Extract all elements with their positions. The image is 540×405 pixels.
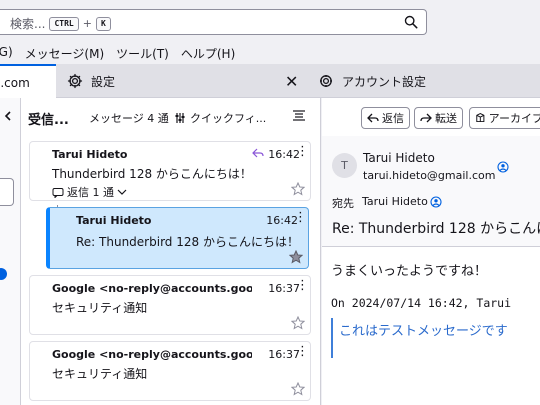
tab-account-settings[interactable]: アカウント設定 xyxy=(308,64,540,98)
account-settings-icon xyxy=(320,75,332,87)
quoted-text: これはテストメッセージです xyxy=(339,324,508,339)
message-subject-heading: Re: Thunderbird 128 からこんにち xyxy=(332,221,540,237)
tab-account-settings-label: アカウント設定 xyxy=(342,74,427,89)
thread-replies-toggle[interactable]: 返信 1 通 xyxy=(52,184,127,200)
forward-button[interactable]: 転送 xyxy=(414,107,463,129)
more-options-icon[interactable]: ⋮ xyxy=(296,279,309,292)
tab-mail[interactable]: l.com xyxy=(0,64,56,99)
menu-tools[interactable]: ツール(T) xyxy=(116,42,169,64)
reply-button[interactable]: 返信 xyxy=(361,107,410,129)
avatar: T xyxy=(332,153,357,178)
address-book-icon[interactable] xyxy=(430,196,442,208)
more-options-icon[interactable]: ⋮ xyxy=(296,345,309,358)
menu-help[interactable]: ヘルプ(H) xyxy=(181,42,235,64)
close-icon[interactable]: ✕ xyxy=(285,72,298,91)
message-list-header: 受信... メッセージ 4 通 クイックフィ... xyxy=(21,98,321,136)
message-list-pane: 受信... メッセージ 4 通 クイックフィ... Tarui Hideto 1… xyxy=(21,98,321,405)
sender-email[interactable]: tarui.hideto@gmail.com xyxy=(363,169,495,182)
search-icon[interactable] xyxy=(404,15,418,29)
gear-icon xyxy=(67,73,83,89)
unread-badge xyxy=(0,268,7,280)
recipient-name[interactable]: Tarui Hideto xyxy=(362,195,428,208)
star-icon[interactable] xyxy=(289,250,303,264)
star-icon[interactable] xyxy=(291,316,305,330)
folder-pane xyxy=(0,98,21,405)
search-placeholder-text: 検索... xyxy=(10,17,46,31)
quote-header: On 2024/07/14 16:42, Tarui xyxy=(331,296,512,310)
quick-filter-button[interactable]: クイックフィ... xyxy=(174,110,266,126)
tab-mail-label: l.com xyxy=(0,75,30,90)
message-subject: Thunderbird 128 からこんにちは！ xyxy=(52,167,252,181)
menu-go[interactable]: (G) xyxy=(0,42,13,64)
shortcut-key-ctrl: CTRL xyxy=(49,16,79,31)
quick-filter-label: クイックフィ... xyxy=(190,112,267,125)
archive-button[interactable]: アーカイブ xyxy=(469,107,540,129)
filter-icon xyxy=(175,113,185,123)
tab-settings-label: 設定 xyxy=(91,74,116,89)
quote-bar xyxy=(331,318,333,358)
message-header-toolbar: 返信 転送 アーカイブ xyxy=(322,98,540,136)
message-body: うまくいったようですね！ xyxy=(331,264,488,279)
menu-message[interactable]: メッセージ(M) xyxy=(25,42,104,64)
replied-icon xyxy=(252,148,264,158)
message-from: Tarui Hideto xyxy=(52,148,128,161)
message-from: Google <no-reply@accounts.google.... xyxy=(52,282,252,295)
chevron-down-icon xyxy=(117,189,127,195)
list-display-options-icon[interactable] xyxy=(292,109,306,123)
shortcut-key-k: K xyxy=(95,16,111,31)
archive-label: アーカイブ xyxy=(488,112,540,125)
message-subject: セキュリティ通知 xyxy=(52,301,148,315)
message-count: メッセージ 4 通 xyxy=(89,112,169,125)
message-card[interactable]: Google <no-reply@accounts.google.... 16:… xyxy=(29,341,311,401)
archive-icon xyxy=(476,113,485,123)
folder-title: 受信... xyxy=(28,113,69,128)
forward-label: 転送 xyxy=(435,112,457,125)
message-subject: Re: Thunderbird 128 からこんにちは！ xyxy=(76,235,299,249)
reply-icon xyxy=(367,113,379,123)
star-icon[interactable] xyxy=(291,382,305,396)
menu-bar: (G) メッセージ(M) ツール(T) ヘルプ(H) xyxy=(0,42,540,64)
tab-settings[interactable]: 設定 ✕ xyxy=(57,64,307,98)
message-from: Google <no-reply@accounts.google.... xyxy=(52,348,252,361)
star-icon[interactable] xyxy=(291,182,305,196)
to-label: 宛先 xyxy=(332,197,354,210)
forward-icon xyxy=(420,113,432,123)
thread-replies-label: 返信 1 通 xyxy=(67,186,114,199)
message-from: Tarui Hideto xyxy=(76,214,152,227)
message-reading-pane: 返信 転送 アーカイブ T Tarui Hideto tarui.hideto@… xyxy=(322,98,540,405)
folder-pane-button[interactable] xyxy=(0,178,14,206)
chevron-left-icon[interactable] xyxy=(2,110,14,122)
more-options-icon[interactable]: ⋮ xyxy=(294,211,307,224)
search-placeholder: 検索... CTRL + K xyxy=(10,15,111,32)
message-card-selected[interactable]: Tarui Hideto 16:42 ⋮ Re: Thunderbird 128… xyxy=(46,207,309,269)
tab-bar: l.com 設定 ✕ アカウント設定 xyxy=(0,64,540,99)
message-subject: セキュリティ通知 xyxy=(52,367,148,381)
message-card[interactable]: Tarui Hideto 16:42 ⋮ Thunderbird 128 からこ… xyxy=(29,141,311,201)
address-book-icon[interactable] xyxy=(497,161,509,173)
top-toolbar: 検索... CTRL + K xyxy=(0,0,540,42)
shortcut-plus: + xyxy=(82,17,92,30)
header-divider xyxy=(322,246,540,247)
search-input[interactable]: 検索... CTRL + K xyxy=(0,9,427,35)
more-options-icon[interactable]: ⋮ xyxy=(296,145,309,158)
message-card[interactable]: Google <no-reply@accounts.google.... 16:… xyxy=(29,275,311,335)
message-header: T Tarui Hideto tarui.hideto@gmail.com 宛先… xyxy=(322,136,540,246)
sender-name[interactable]: Tarui Hideto xyxy=(363,151,435,165)
reply-label: 返信 xyxy=(382,112,404,125)
conversation-icon xyxy=(52,187,64,198)
